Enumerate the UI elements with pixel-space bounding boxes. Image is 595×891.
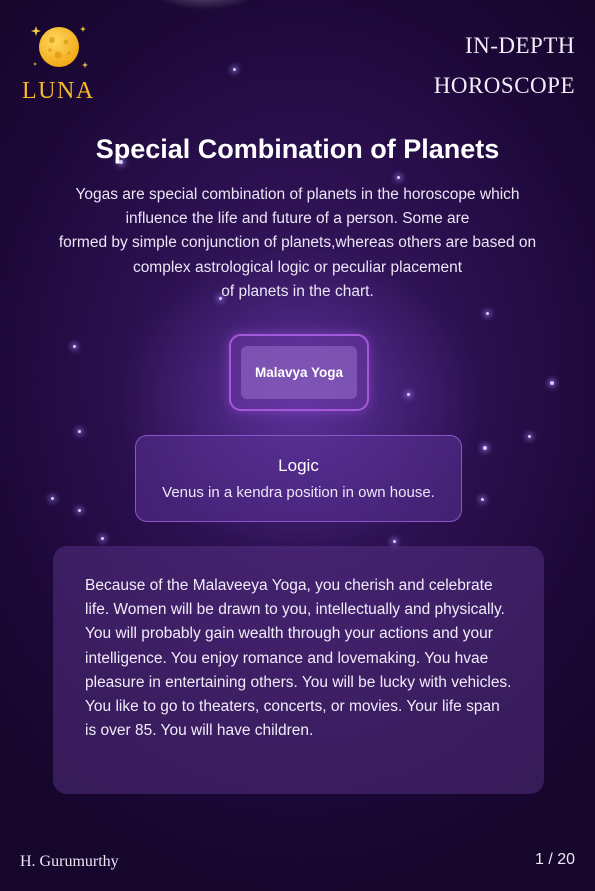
logic-title: Logic [278, 456, 319, 475]
intro-line: formed by simple conjunction of planets,… [58, 234, 537, 252]
brand-name: LUNA [22, 78, 95, 104]
star [486, 312, 489, 315]
star [233, 68, 236, 71]
page-header: IN-DEPTH HOROSCOPE [434, 26, 575, 106]
logic-text: Venus in a kendra position in own house. [162, 484, 435, 501]
star [73, 345, 76, 348]
star [51, 497, 54, 500]
star [393, 540, 396, 543]
star [550, 381, 554, 385]
star [397, 176, 400, 179]
star [483, 446, 487, 450]
star [407, 393, 410, 396]
description-text: Because of the Malaveeya Yoga, you cheri… [85, 577, 512, 740]
intro-line: Yogas are special combination of planets… [75, 186, 520, 203]
header-title-line1: IN-DEPTH [464, 33, 575, 58]
intro-paragraph: Yogas are special combination of planets… [40, 183, 555, 304]
moon-icon [31, 26, 88, 68]
page-title: Special Combination of Planets [95, 134, 500, 164]
header-title-line2: HOROSCOPE [433, 73, 575, 98]
logic-card: Logic Venus in a kendra position in own … [135, 435, 462, 522]
luna-logo: LUNA [20, 22, 100, 104]
description-card: Because of the Malaveeya Yoga, you cheri… [53, 546, 544, 794]
yoga-card: Malavya Yoga [229, 334, 369, 411]
star [481, 498, 484, 501]
intro-line: of planets in the chart. [221, 282, 374, 300]
yoga-name: Malavya Yoga [241, 346, 357, 399]
top-glow [150, 0, 260, 10]
star [78, 509, 81, 512]
star [528, 435, 531, 438]
star [101, 537, 104, 540]
star [78, 430, 81, 433]
page-indicator: 1 / 20 [534, 851, 575, 868]
intro-line: influence the life and future of a perso… [125, 210, 470, 228]
intro-line: complex astrological logic or peculiar p… [132, 258, 463, 276]
author-name: H. Gurumurthy [20, 853, 119, 870]
